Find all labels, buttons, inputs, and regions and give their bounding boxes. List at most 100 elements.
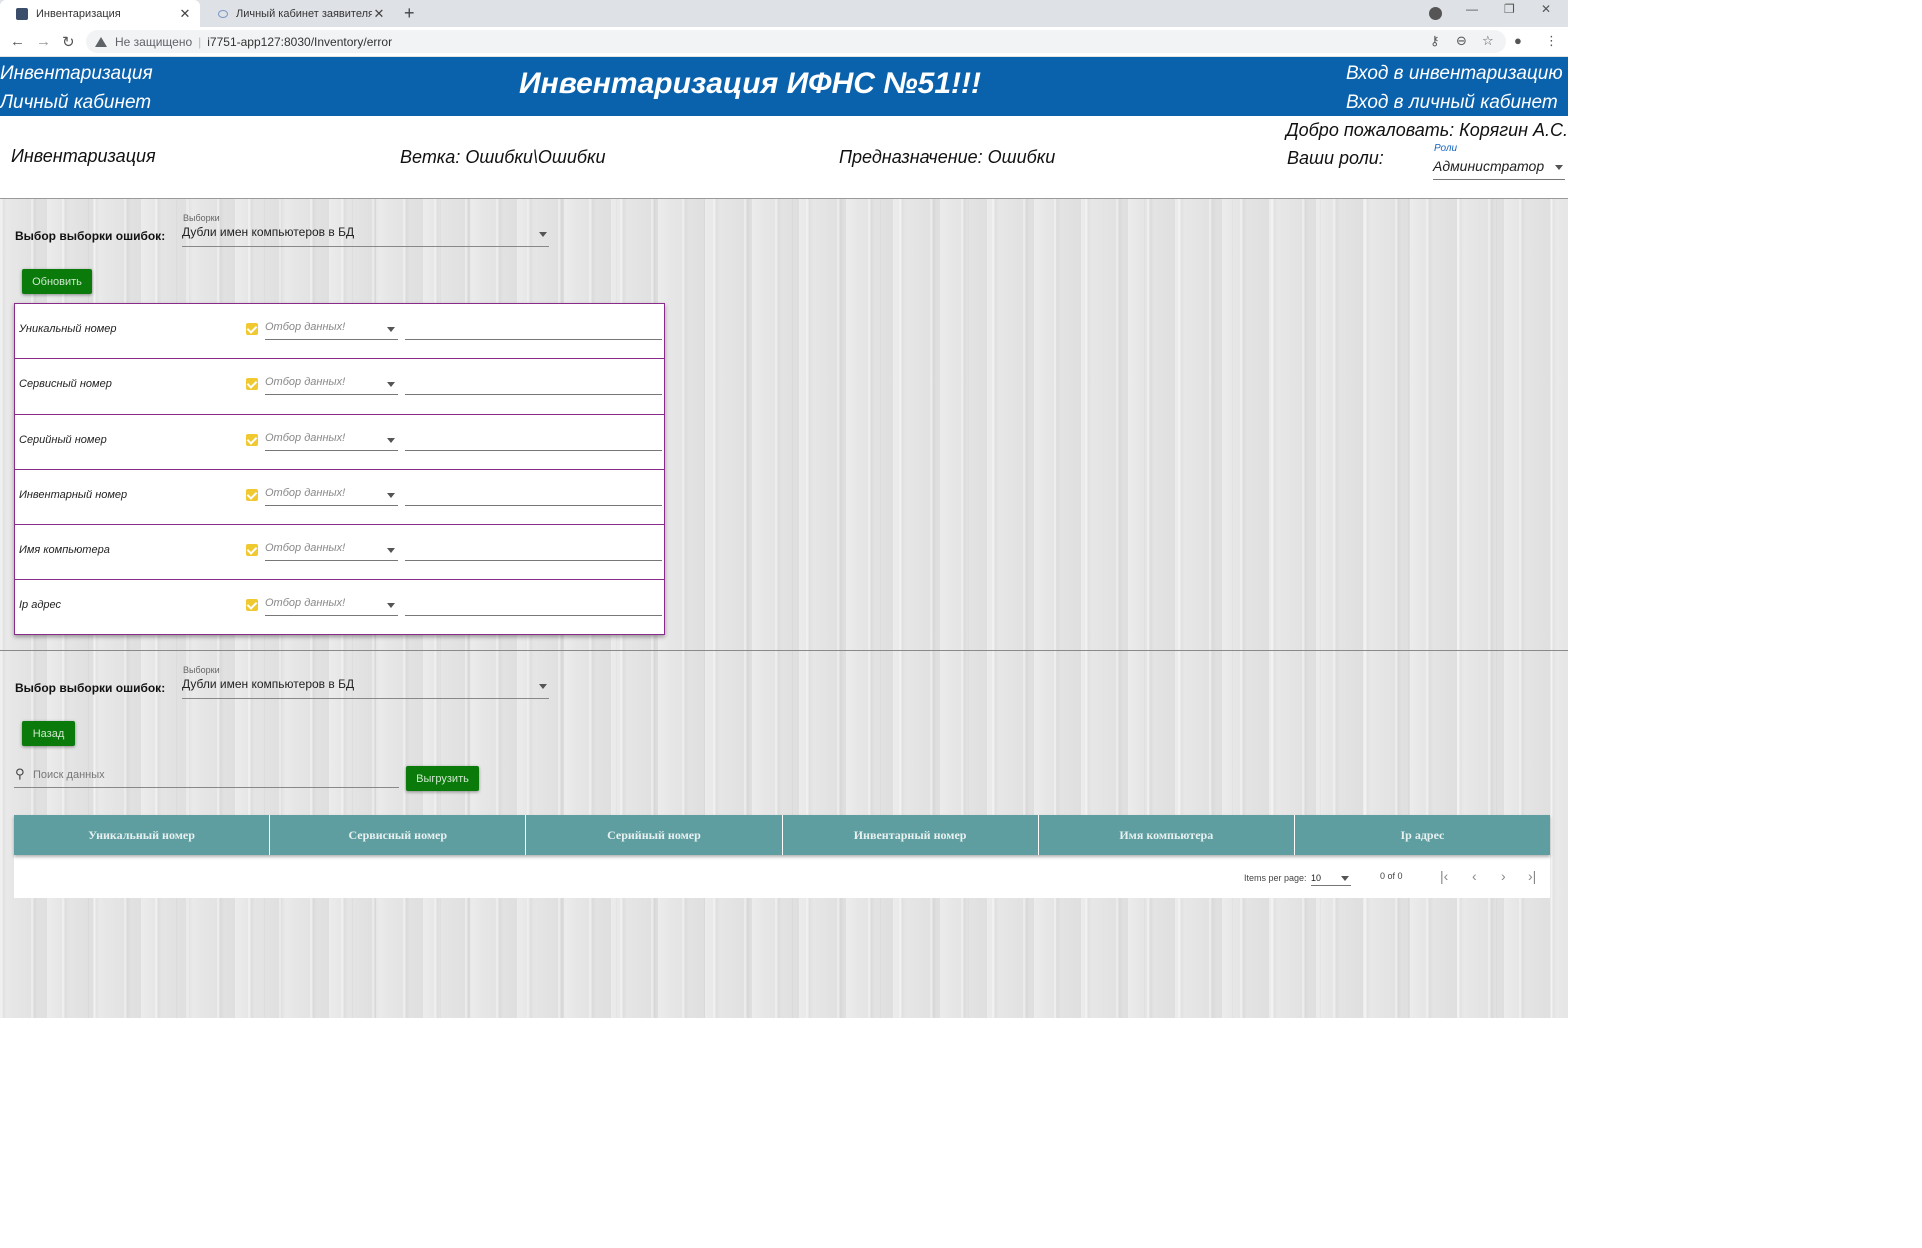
error-selection-label: Выбор выборки ошибок: [15, 681, 166, 695]
filter-value-input[interactable] [405, 560, 662, 562]
browser-tab-strip: Инвентаризация ✕ Личный кабинет заявител… [0, 0, 1568, 27]
export-button[interactable]: Выгрузить [406, 766, 479, 791]
next-page-icon[interactable]: › [1501, 868, 1506, 884]
back-button[interactable]: Назад [22, 721, 75, 746]
back-arrow-icon[interactable]: ← [10, 33, 25, 50]
window-close-icon[interactable]: ✕ [1541, 2, 1551, 16]
chevron-down-icon [387, 548, 395, 554]
filter-mode-select[interactable]: Отбор данных! [265, 376, 398, 396]
zoom-icon[interactable]: ⊖ [1456, 33, 1467, 49]
filter-checkbox[interactable] [246, 488, 258, 501]
roles-select-value: Администратор [1433, 158, 1545, 174]
chevron-down-icon [539, 232, 547, 237]
browser-profile-icon[interactable] [1429, 7, 1442, 20]
chevron-down-icon [387, 382, 395, 388]
table-header: Уникальный номер Сервисный номер Серийны… [14, 815, 1550, 855]
app-favicon-icon [16, 7, 28, 20]
purpose-text: Предназначение: Ошибки [839, 147, 1056, 167]
page-size-select[interactable]: 10 [1311, 870, 1351, 886]
filter-label: Уникальный номер [19, 323, 117, 335]
filter-checkbox[interactable] [246, 433, 258, 446]
chevron-down-icon [387, 437, 395, 443]
browser-tab-cabinet[interactable]: Личный кабинет заявителя ✕ [202, 0, 394, 27]
chevron-down-icon [1555, 165, 1563, 170]
browser-address-bar: ← → ↻ Не защищено | i7751-app127:8030/In… [0, 27, 1568, 57]
search-icon: ⚲ [15, 766, 25, 781]
close-tab-icon[interactable]: ✕ [178, 6, 192, 22]
column-header-serial-number[interactable]: Серийный номер [525, 815, 781, 855]
url-separator: | [198, 34, 202, 49]
roles-caption: Роли [1434, 143, 1458, 154]
filter-mode-select[interactable]: Отбор данных! [265, 432, 398, 451]
warning-icon [95, 36, 107, 47]
login-inventory-link[interactable]: Вход в инвентаризацию [1346, 63, 1563, 85]
filter-checkbox[interactable] [246, 599, 258, 612]
bookmark-star-icon[interactable]: ☆ [1482, 33, 1494, 49]
filter-mode-select[interactable]: Отбор данных! [265, 597, 398, 617]
url-field[interactable]: Не защищено | i7751-app127:8030/Inventor… [86, 30, 1506, 53]
roles-select[interactable]: Администратор [1433, 158, 1565, 180]
error-selection-select[interactable]: Дубли имен компьютеров в БД [182, 225, 549, 247]
filter-label: Имя компьютера [19, 544, 110, 557]
selection-caption: Выборки [183, 665, 220, 675]
page-range: 0 of 0 [1380, 871, 1403, 881]
chevron-down-icon [387, 327, 395, 332]
filter-mode-placeholder: Отбор данных! [265, 542, 346, 555]
search-input[interactable]: ⚲ Поиск данных [14, 764, 399, 788]
column-header-computer-name[interactable]: Имя компьютера [1037, 815, 1294, 855]
filter-mode-select[interactable]: Отбор данных! [265, 487, 398, 506]
column-header-unique-number[interactable]: Уникальный номер [14, 815, 269, 855]
filter-checkbox[interactable] [246, 544, 258, 557]
page-size-value: 10 [1311, 873, 1322, 883]
column-header-inventory-number[interactable]: Инвентарный номер [781, 815, 1038, 855]
selection-caption: Выборки [183, 213, 220, 223]
menu-dots-icon[interactable]: ⋮ [1545, 33, 1558, 49]
previous-page-icon[interactable]: ‹ [1472, 868, 1477, 884]
error-selection-value: Дубли имен компьютеров в БД [182, 677, 355, 691]
first-page-icon[interactable]: |‹ [1440, 868, 1448, 884]
account-icon[interactable]: ● [1514, 33, 1522, 48]
minimize-icon[interactable]: — [1466, 2, 1478, 16]
filter-value-input[interactable] [405, 615, 662, 617]
work-area: Выбор выборки ошибок: Выборки Дубли имен… [0, 198, 1568, 1018]
filter-mode-placeholder: Отбор данных! [265, 321, 346, 333]
filter-mode-placeholder: Отбор данных! [265, 486, 346, 499]
filter-label: Сервисный номер [19, 378, 112, 391]
close-tab-icon[interactable]: ✕ [372, 6, 386, 22]
new-tab-icon[interactable]: + [404, 3, 415, 24]
last-page-icon[interactable]: ›| [1528, 868, 1536, 884]
filter-value-input[interactable] [405, 339, 662, 340]
reload-icon[interactable]: ↻ [62, 33, 75, 51]
url-text: i7751-app127:8030/Inventory/error [207, 34, 393, 49]
filter-value-input[interactable] [405, 449, 662, 451]
forward-arrow-icon[interactable]: → [36, 33, 51, 50]
refresh-button[interactable]: Обновить [22, 269, 92, 294]
filter-checkbox[interactable] [246, 378, 258, 391]
chevron-down-icon [387, 603, 395, 609]
filter-label: Ip адрес [19, 599, 62, 612]
filter-panel: Уникальный номер Отбор данных! Сервисный… [14, 303, 665, 635]
error-selection-select[interactable]: Дубли имен компьютеров в БД [182, 677, 549, 699]
filter-value-input[interactable] [405, 504, 662, 506]
filter-checkbox[interactable] [246, 323, 258, 335]
chevron-down-icon [1341, 876, 1349, 881]
section-name: Инвентаризация [11, 146, 156, 166]
restore-icon[interactable]: ❐ [1504, 2, 1515, 16]
filter-mode-select[interactable]: Отбор данных! [265, 542, 398, 562]
filter-row: Имя компьютера Отбор данных! [15, 525, 664, 581]
error-selection-value: Дубли имен компьютеров в БД [182, 225, 355, 239]
filter-row: Серийный номер Отбор данных! [15, 415, 664, 470]
login-cabinet-link[interactable]: Вход в личный кабинет [1346, 92, 1558, 114]
column-header-ip-address[interactable]: Ip адрес [1293, 815, 1550, 855]
filter-mode-placeholder: Отбор данных! [265, 376, 346, 389]
key-icon[interactable]: ⚷ [1430, 33, 1440, 49]
column-header-service-number[interactable]: Сервисный номер [269, 815, 525, 855]
roles-label: Ваши роли: [1287, 148, 1384, 168]
browser-tab-inventory[interactable]: Инвентаризация ✕ [0, 0, 200, 27]
error-selection-label: Выбор выборки ошибок: [15, 229, 166, 243]
filter-label: Серийный номер [19, 433, 107, 446]
search-placeholder: Поиск данных [33, 769, 105, 781]
filter-row: Уникальный номер Отбор данных! [15, 304, 664, 360]
filter-value-input[interactable] [405, 394, 662, 396]
filter-mode-select[interactable]: Отбор данных! [265, 321, 398, 340]
